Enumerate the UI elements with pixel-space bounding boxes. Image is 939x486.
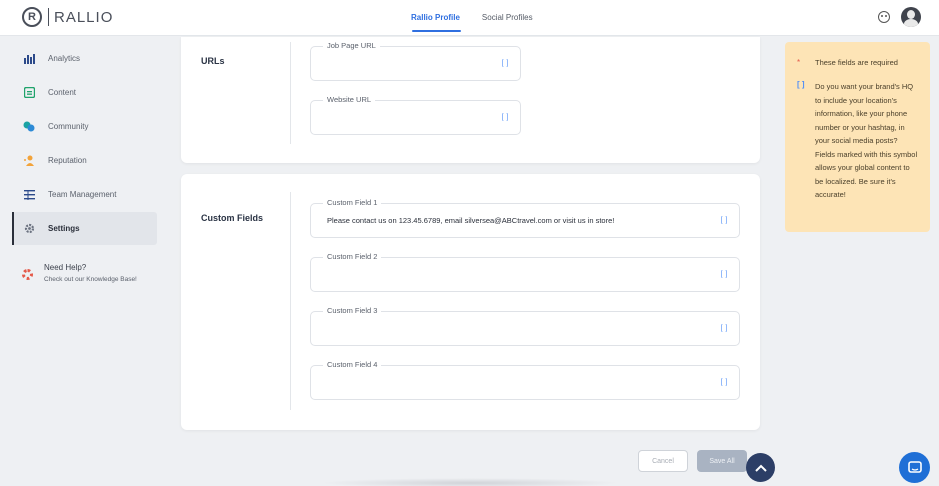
scroll-to-top-button[interactable] <box>746 453 775 482</box>
field-label: Custom Field 1 <box>323 198 382 207</box>
field-label: Custom Field 4 <box>323 360 382 369</box>
job-page-url-field[interactable]: Job Page URL [ ] <box>310 41 521 81</box>
sidebar-item-team-management[interactable]: Team Management <box>12 178 157 211</box>
field-label: Website URL <box>323 95 376 104</box>
rallio-logo-icon: R <box>22 7 42 27</box>
logo-separator <box>48 8 49 26</box>
sidebar-item-label: Community <box>48 122 89 131</box>
tab-social-profiles[interactable]: Social Profiles <box>471 0 544 36</box>
help-title: Need Help? <box>44 263 87 272</box>
sidebar-item-content[interactable]: Content <box>12 76 157 109</box>
reputation-icon <box>22 155 36 166</box>
localize-icon: [ ] <box>797 80 805 89</box>
urls-section-title: URLs <box>201 56 225 66</box>
gear-icon <box>22 223 36 234</box>
community-icon <box>22 121 36 132</box>
save-all-button[interactable]: Save All <box>697 450 747 472</box>
sidebar-item-label: Settings <box>48 224 80 233</box>
custom-field-3[interactable]: Custom Field 3 [ ] <box>310 306 740 346</box>
chevron-up-icon <box>754 464 767 472</box>
chat-icon <box>907 460 922 473</box>
custom-fields-card: Custom Fields Custom Field 1 Please cont… <box>181 174 760 430</box>
urls-card: URLs Job Page URL [ ] Website URL [ ] <box>181 37 760 163</box>
user-avatar[interactable] <box>901 7 921 27</box>
top-header: R RALLIO Rallio Profile Social Profiles <box>0 0 939 36</box>
help-link[interactable]: Need Help? Check out our Knowledge Base! <box>22 263 137 283</box>
website-url-field[interactable]: Website URL [ ] <box>310 95 521 135</box>
info-localize-row: [ ] Do you want your brand's HQ to inclu… <box>797 80 919 202</box>
custom-fields-section-title: Custom Fields <box>201 213 264 223</box>
sidebar-item-label: Analytics <box>48 54 81 63</box>
tab-rallio-profile[interactable]: Rallio Profile <box>400 0 471 36</box>
sidebar-item-label: Reputation <box>48 156 87 165</box>
localize-icon: [ ] <box>720 325 728 332</box>
cancel-button[interactable]: Cancel <box>638 450 688 472</box>
analytics-icon <box>22 53 36 64</box>
field-label: Job Page URL <box>323 41 380 50</box>
bottom-shadow <box>320 478 620 486</box>
localize-icon: [ ] <box>720 379 728 386</box>
sidebar-item-reputation[interactable]: Reputation <box>12 144 157 177</box>
brand-name: RALLIO <box>54 8 114 26</box>
content-icon <box>22 87 36 98</box>
localize-icon: [ ] <box>720 217 728 224</box>
help-subtitle: Check out our Knowledge Base! <box>44 276 137 283</box>
chat-button[interactable] <box>899 452 930 483</box>
section-divider <box>290 192 291 410</box>
info-required-row: * These fields are required <box>797 58 919 68</box>
localize-icon: [ ] <box>501 114 509 121</box>
sidebar-item-settings[interactable]: Settings <box>12 212 157 245</box>
profile-tabs: Rallio Profile Social Profiles <box>400 0 544 36</box>
localize-icon: [ ] <box>720 271 728 278</box>
sidebar: Analytics Content Community Reputation T… <box>0 37 166 486</box>
sidebar-item-label: Team Management <box>48 190 117 199</box>
field-label: Custom Field 3 <box>323 306 382 315</box>
custom-field-2[interactable]: Custom Field 2 [ ] <box>310 252 740 292</box>
custom-field-4[interactable]: Custom Field 4 [ ] <box>310 360 740 400</box>
custom-field-1[interactable]: Custom Field 1 Please contact us on 123.… <box>310 198 740 238</box>
lifebuoy-icon <box>22 269 33 280</box>
info-required-text: These fields are required <box>815 58 898 67</box>
sidebar-item-analytics[interactable]: Analytics <box>12 42 157 75</box>
sidebar-item-label: Content <box>48 88 77 97</box>
info-panel: * These fields are required [ ] Do you w… <box>785 42 930 232</box>
field-label: Custom Field 2 <box>323 252 382 261</box>
required-star-icon: * <box>797 58 801 67</box>
section-divider <box>290 42 291 144</box>
localize-icon: [ ] <box>501 60 509 67</box>
team-icon <box>22 189 36 200</box>
header-actions <box>878 7 921 27</box>
rallio-logo[interactable]: R RALLIO <box>22 7 113 27</box>
feedback-icon[interactable] <box>878 11 890 23</box>
field-value: Please contact us on 123.45.6789, email … <box>327 216 615 225</box>
sidebar-item-community[interactable]: Community <box>12 110 157 143</box>
info-localize-text: Do you want your brand's HQ to include y… <box>815 82 918 199</box>
